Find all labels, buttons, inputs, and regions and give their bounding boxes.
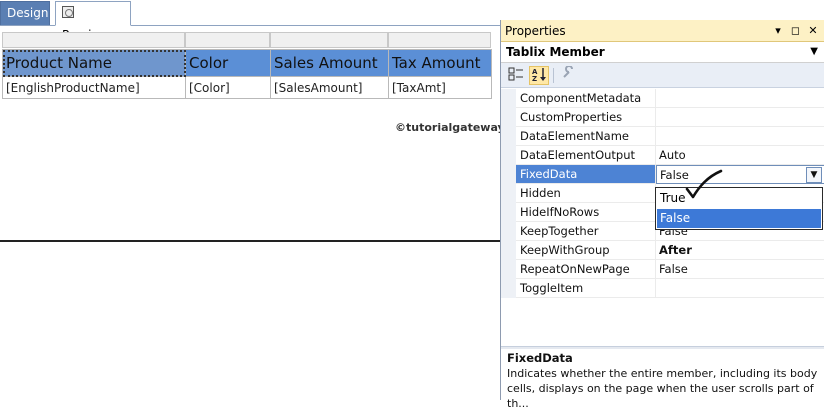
- property-value[interactable]: False: [656, 260, 824, 279]
- description-text: Indicates whether the entire member, inc…: [507, 367, 818, 410]
- row-margin: [501, 222, 516, 241]
- categorized-button[interactable]: [506, 66, 526, 85]
- column-handle[interactable]: [388, 32, 491, 48]
- column-handle[interactable]: [2, 32, 185, 48]
- header-cell-sales-amount[interactable]: Sales Amount: [270, 49, 389, 77]
- row-margin: [501, 203, 516, 222]
- object-name: Tablix Member: [506, 45, 605, 59]
- detail-cell-product-name[interactable]: [EnglishProductName]: [2, 76, 186, 99]
- row-margin: [501, 108, 516, 127]
- report-designer: Design Preview Product Name Color Sales …: [0, 0, 529, 400]
- designer-tabs: Design Preview: [0, 0, 500, 42]
- property-value[interactable]: [656, 108, 824, 127]
- row-margin: [501, 260, 516, 279]
- row-margin: [501, 146, 516, 165]
- property-value[interactable]: [656, 127, 824, 146]
- fixeddata-dropdown-list: True False: [655, 187, 823, 230]
- title-buttons: ▾ ◻ ✕: [771, 20, 820, 42]
- alphabetical-sort-icon: A Z: [532, 68, 546, 83]
- property-row-componentmetadata[interactable]: ComponentMetadata: [501, 89, 824, 108]
- property-row-keepwithgroup[interactable]: KeepWithGroup After: [501, 241, 824, 260]
- row-margin: [501, 279, 516, 298]
- property-name: ToggleItem: [516, 279, 656, 298]
- property-row-fixeddata[interactable]: FixedData False ▼: [501, 165, 824, 184]
- categorized-icon: [508, 67, 523, 81]
- row-margin: [501, 165, 516, 184]
- row-margin: [501, 127, 516, 146]
- report-preview-icon: [62, 6, 74, 18]
- property-row-repeatonnewpage[interactable]: RepeatOnNewPage False: [501, 260, 824, 279]
- tab-preview[interactable]: Preview: [55, 1, 131, 42]
- header-cell-product-name[interactable]: Product Name: [2, 49, 186, 77]
- column-handle[interactable]: [270, 32, 388, 48]
- property-name: DataElementName: [516, 127, 656, 146]
- checkmark-annotation-icon: [685, 169, 723, 199]
- auto-hide-icon[interactable]: ◻: [789, 20, 803, 42]
- property-name: KeepTogether: [516, 222, 656, 241]
- property-row-dataelementname[interactable]: DataElementName: [501, 127, 824, 146]
- tablix-header-row: Product Name Color Sales Amount Tax Amou…: [2, 49, 492, 77]
- fixeddata-combo[interactable]: False ▼: [656, 165, 824, 184]
- property-name: HideIfNoRows: [516, 203, 656, 222]
- chevron-down-icon[interactable]: ▼: [810, 42, 818, 62]
- property-value[interactable]: Auto: [656, 146, 824, 165]
- properties-title: Properties: [505, 24, 566, 38]
- property-name: KeepWithGroup: [516, 241, 656, 260]
- column-handle[interactable]: [185, 32, 270, 48]
- properties-title-bar: Properties ▾ ◻ ✕: [501, 20, 824, 42]
- svg-text:Z: Z: [532, 75, 537, 82]
- description-title: FixedData: [507, 351, 573, 365]
- toolbar-separator: [553, 68, 554, 83]
- header-cell-tax-amount[interactable]: Tax Amount: [388, 49, 492, 77]
- row-margin: [501, 184, 516, 203]
- row-margin: [501, 241, 516, 260]
- property-row-customproperties[interactable]: CustomProperties: [501, 108, 824, 127]
- column-handles: [0, 32, 500, 48]
- property-pages-icon: [563, 65, 573, 78]
- dropdown-option-true[interactable]: True: [657, 189, 821, 208]
- property-row-toggleitem[interactable]: ToggleItem: [501, 279, 824, 298]
- property-name: CustomProperties: [516, 108, 656, 127]
- window-position-icon[interactable]: ▾: [771, 20, 785, 42]
- properties-toolbar: A Z: [501, 63, 824, 88]
- chevron-down-icon[interactable]: ▼: [806, 167, 822, 183]
- close-icon[interactable]: ✕: [806, 20, 820, 42]
- property-row-dataelementoutput[interactable]: DataElementOutput Auto: [501, 146, 824, 165]
- property-value[interactable]: [656, 279, 824, 298]
- row-margin: [501, 89, 516, 108]
- detail-cell-tax-amount[interactable]: [TaxAmt]: [388, 76, 492, 99]
- property-name: Hidden: [516, 184, 656, 203]
- property-name: FixedData: [516, 165, 656, 184]
- report-body[interactable]: Product Name Color Sales Amount Tax Amou…: [0, 27, 500, 242]
- property-value[interactable]: [656, 89, 824, 108]
- property-name: RepeatOnNewPage: [516, 260, 656, 279]
- property-name: ComponentMetadata: [516, 89, 656, 108]
- header-cell-color[interactable]: Color: [185, 49, 271, 77]
- dropdown-option-false[interactable]: False: [657, 209, 821, 228]
- object-selector[interactable]: Tablix Member ▼: [501, 42, 824, 63]
- tab-design[interactable]: Design: [0, 1, 50, 25]
- alphabetical-button[interactable]: A Z: [529, 66, 549, 85]
- property-description: FixedData Indicates whether the entire m…: [501, 349, 824, 410]
- tablix-detail-row: [EnglishProductName] [Color] [SalesAmoun…: [2, 76, 492, 99]
- property-pages-button[interactable]: [558, 65, 578, 85]
- tablix[interactable]: Product Name Color Sales Amount Tax Amou…: [2, 49, 492, 99]
- detail-cell-color[interactable]: [Color]: [185, 76, 271, 99]
- property-value[interactable]: After: [656, 241, 824, 260]
- detail-cell-sales-amount[interactable]: [SalesAmount]: [270, 76, 389, 99]
- property-name: DataElementOutput: [516, 146, 656, 165]
